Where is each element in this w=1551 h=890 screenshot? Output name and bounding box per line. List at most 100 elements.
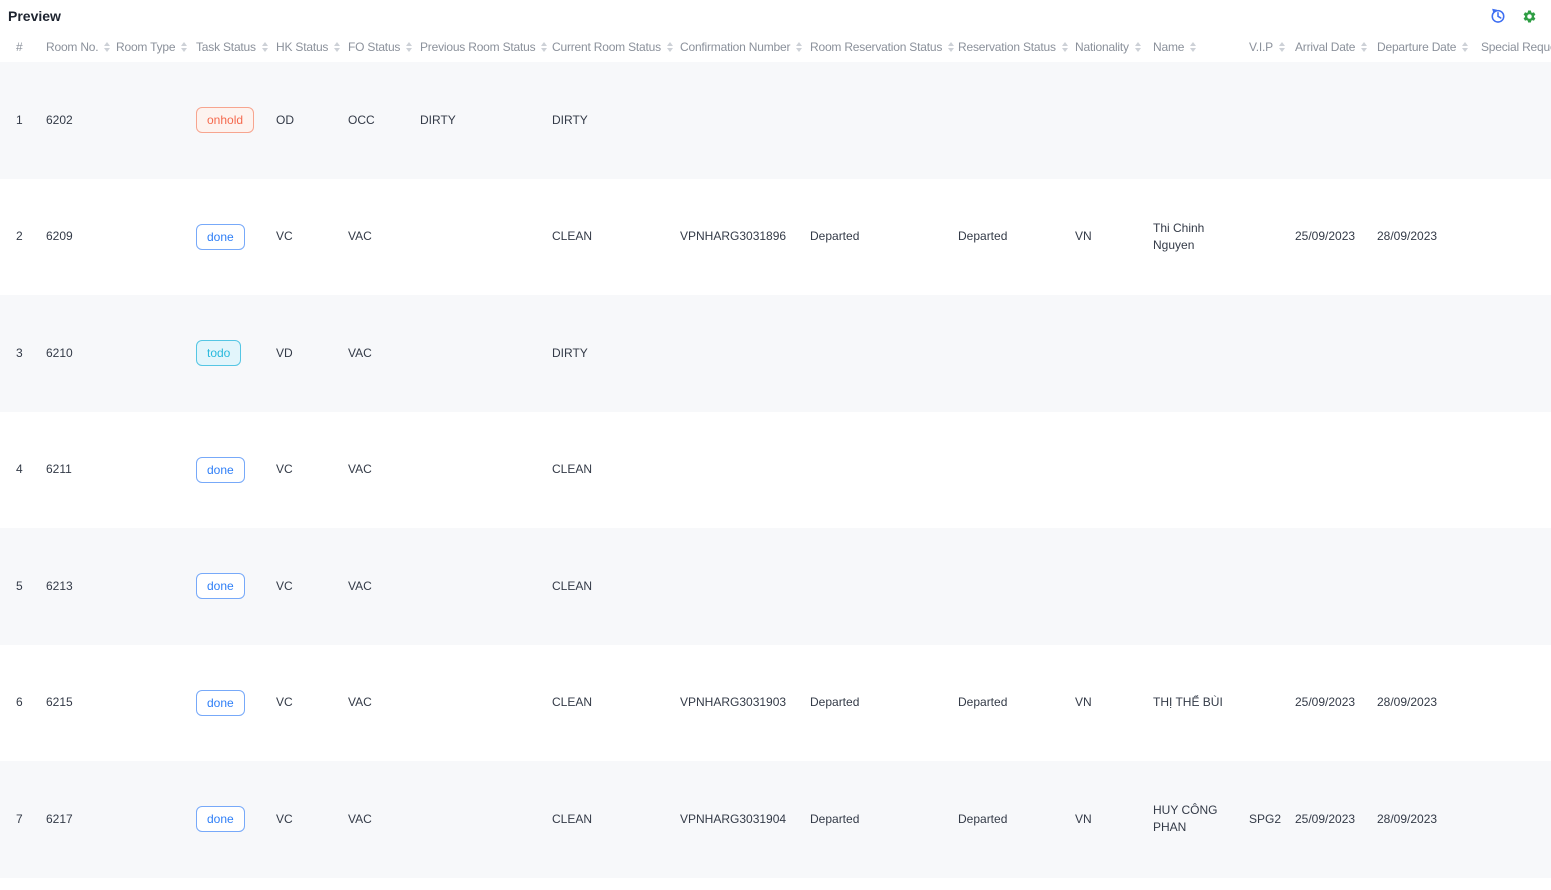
sort-icon[interactable] — [1062, 42, 1068, 52]
column-header-nationality[interactable]: Nationality — [1075, 40, 1153, 54]
cell-arrival_date: 25/09/2023 — [1295, 811, 1377, 828]
cell-room_no: 6213 — [46, 578, 116, 595]
cell-departure_date: 28/09/2023 — [1377, 811, 1481, 828]
column-header-room_no[interactable]: Room No. — [46, 40, 116, 54]
cell-room_no: 6209 — [46, 228, 116, 245]
caret-down-icon — [181, 48, 187, 52]
column-label: FO Status — [348, 40, 400, 54]
column-label: Room No. — [46, 40, 98, 54]
task-status-badge: todo — [196, 340, 241, 366]
cell-room_res_status: Departed — [810, 228, 958, 245]
cell-hk_status: VD — [276, 345, 348, 362]
cell-name: THỊ THỂ BÙI — [1153, 694, 1249, 711]
column-header-room_res_status[interactable]: Room Reservation Status — [810, 40, 958, 54]
column-header-curr_room_status[interactable]: Current Room Status — [552, 40, 680, 54]
cell-idx: 6 — [16, 694, 46, 711]
cell-res_status: Departed — [958, 694, 1075, 711]
table-row: 26209doneVCVACCLEANVPNHARG3031896Departe… — [0, 179, 1551, 296]
sort-icon[interactable] — [667, 42, 673, 52]
sort-icon[interactable] — [948, 42, 954, 52]
caret-down-icon — [262, 48, 268, 52]
sort-icon[interactable] — [1190, 42, 1196, 52]
caret-up-icon — [1190, 42, 1196, 46]
column-header-arrival_date[interactable]: Arrival Date — [1295, 40, 1377, 54]
caret-down-icon — [667, 48, 673, 52]
column-label: Name — [1153, 40, 1184, 54]
cell-nationality: VN — [1075, 228, 1153, 245]
cell-room_no: 6215 — [46, 694, 116, 711]
sort-icon[interactable] — [1279, 42, 1285, 52]
topbar: Preview — [0, 0, 1551, 32]
column-header-fo_status[interactable]: FO Status — [348, 40, 420, 54]
column-header-hk_status[interactable]: HK Status — [276, 40, 348, 54]
sort-icon[interactable] — [796, 42, 802, 52]
cell-hk_status: VC — [276, 228, 348, 245]
cell-idx: 3 — [16, 345, 46, 362]
cell-res_status: Departed — [958, 228, 1075, 245]
cell-nationality: VN — [1075, 811, 1153, 828]
sort-icon[interactable] — [1361, 42, 1367, 52]
caret-down-icon — [1062, 48, 1068, 52]
cell-hk_status: VC — [276, 461, 348, 478]
column-label: Arrival Date — [1295, 40, 1355, 54]
caret-down-icon — [104, 48, 110, 52]
caret-up-icon — [796, 42, 802, 46]
cell-hk_status: VC — [276, 694, 348, 711]
cell-idx: 5 — [16, 578, 46, 595]
caret-down-icon — [406, 48, 412, 52]
cell-hk_status: VC — [276, 811, 348, 828]
column-label: Room Type — [116, 40, 175, 54]
settings-gear-icon[interactable] — [1521, 8, 1537, 24]
column-label: Confirmation Number — [680, 40, 790, 54]
column-header-prev_room_status[interactable]: Previous Room Status — [420, 40, 552, 54]
cell-room_res_status: Departed — [810, 811, 958, 828]
column-header-room_type[interactable]: Room Type — [116, 40, 196, 54]
cell-hk_status: VC — [276, 578, 348, 595]
caret-up-icon — [181, 42, 187, 46]
sort-icon[interactable] — [1462, 42, 1468, 52]
sort-icon[interactable] — [334, 42, 340, 52]
caret-down-icon — [541, 48, 547, 52]
sort-icon[interactable] — [104, 42, 110, 52]
caret-up-icon — [1279, 42, 1285, 46]
cell-name: Thi Chinh Nguyen — [1153, 220, 1249, 254]
cell-curr_room_status: CLEAN — [552, 578, 680, 595]
caret-down-icon — [1361, 48, 1367, 52]
column-header-idx: # — [16, 40, 46, 54]
topbar-icons — [1490, 8, 1537, 24]
column-header-res_status[interactable]: Reservation Status — [958, 40, 1075, 54]
cell-hk_status: OD — [276, 112, 348, 129]
cell-fo_status: VAC — [348, 578, 420, 595]
table-row: 76217doneVCVACCLEANVPNHARG3031904Departe… — [0, 761, 1551, 878]
cell-task_status: done — [196, 224, 276, 250]
column-header-confirmation_number[interactable]: Confirmation Number — [680, 40, 810, 54]
column-header-vip[interactable]: V.I.P — [1249, 40, 1295, 54]
sort-icon[interactable] — [1135, 42, 1141, 52]
column-header-special_request[interactable]: Special Request — [1481, 40, 1551, 54]
caret-down-icon — [796, 48, 802, 52]
refresh-clock-icon[interactable] — [1490, 8, 1506, 24]
sort-icon[interactable] — [541, 42, 547, 52]
caret-up-icon — [1062, 42, 1068, 46]
caret-up-icon — [667, 42, 673, 46]
caret-down-icon — [1462, 48, 1468, 52]
cell-task_status: done — [196, 806, 276, 832]
column-label: V.I.P — [1249, 40, 1273, 54]
cell-vip: SPG2 — [1249, 811, 1295, 828]
column-header-task_status[interactable]: Task Status — [196, 40, 276, 54]
sort-icon[interactable] — [262, 42, 268, 52]
column-label: # — [16, 40, 22, 54]
caret-up-icon — [406, 42, 412, 46]
sort-icon[interactable] — [181, 42, 187, 52]
cell-idx: 1 — [16, 112, 46, 129]
cell-curr_room_status: CLEAN — [552, 811, 680, 828]
sort-icon[interactable] — [406, 42, 412, 52]
column-header-departure_date[interactable]: Departure Date — [1377, 40, 1481, 54]
cell-arrival_date: 25/09/2023 — [1295, 694, 1377, 711]
column-label: Reservation Status — [958, 40, 1056, 54]
cell-nationality: VN — [1075, 694, 1153, 711]
column-header-name[interactable]: Name — [1153, 40, 1249, 54]
column-label: Current Room Status — [552, 40, 661, 54]
cell-curr_room_status: CLEAN — [552, 461, 680, 478]
caret-down-icon — [948, 48, 954, 52]
